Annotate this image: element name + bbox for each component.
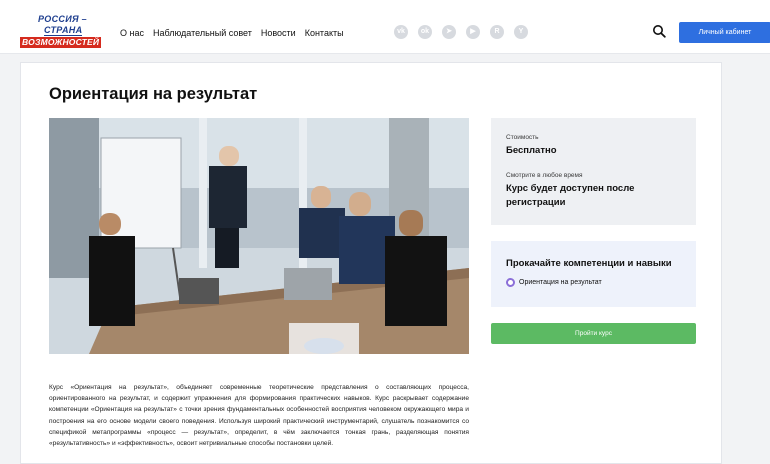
skill-tag[interactable]: Ориентация на результат [506,278,681,287]
main-nav: О нас Наблюдательный совет Новости Конта… [120,28,344,38]
social-links: vk ok ➤ ▶ R Y [394,25,528,39]
logo-line-2: СТРАНА [44,25,83,36]
rutube-icon[interactable]: R [490,25,504,39]
youtube-icon[interactable]: ▶ [466,25,480,39]
skills-heading: Прокачайте компетенции и навыки [506,258,672,269]
nav-item-contacts[interactable]: Контакты [305,28,344,38]
watch-value: Курс будет доступен после регистрации [506,183,635,208]
skill-circle-icon [506,278,515,287]
yandex-zen-icon[interactable]: Y [514,25,528,39]
nav-item-board[interactable]: Наблюдательный совет [153,28,252,38]
page-background-strip [730,54,770,464]
course-photo [49,118,469,354]
ok-icon[interactable]: ok [418,25,432,39]
cost-label: Стоимость [506,134,539,141]
nav-item-news[interactable]: Новости [261,28,296,38]
watch-label: Смотрите в любое время [506,172,583,179]
skill-tag-label: Ориентация на результат [519,279,602,286]
site-header: РОССИЯ – СТРАНА ВОЗМОЖНОСТЕЙ О нас Наблю… [0,0,770,54]
cost-value: Бесплатно [506,145,557,156]
logo-line-3: ВОЗМОЖНОСТЕЙ [20,37,102,48]
page-title: Ориентация на результат [49,85,258,103]
course-info-panel: Стоимость Бесплатно Смотрите в любое вре… [491,118,696,225]
skills-panel: Прокачайте компетенции и навыки Ориентац… [491,241,696,307]
start-course-button[interactable]: Пройти курс [491,323,696,344]
personal-cabinet-button[interactable]: Личный кабинет [679,22,770,43]
logo-line-1: РОССИЯ – [38,14,87,24]
logo[interactable]: РОССИЯ – СТРАНА ВОЗМОЖНОСТЕЙ [20,14,102,48]
nav-item-about[interactable]: О нас [120,28,144,38]
course-card: Ориентация на результат Стоимость Беспла… [20,62,722,464]
search-icon[interactable] [652,24,666,38]
vk-icon[interactable]: vk [394,25,408,39]
course-description: Курс «Ориентация на результат», объединя… [49,384,469,448]
telegram-icon[interactable]: ➤ [442,25,456,39]
